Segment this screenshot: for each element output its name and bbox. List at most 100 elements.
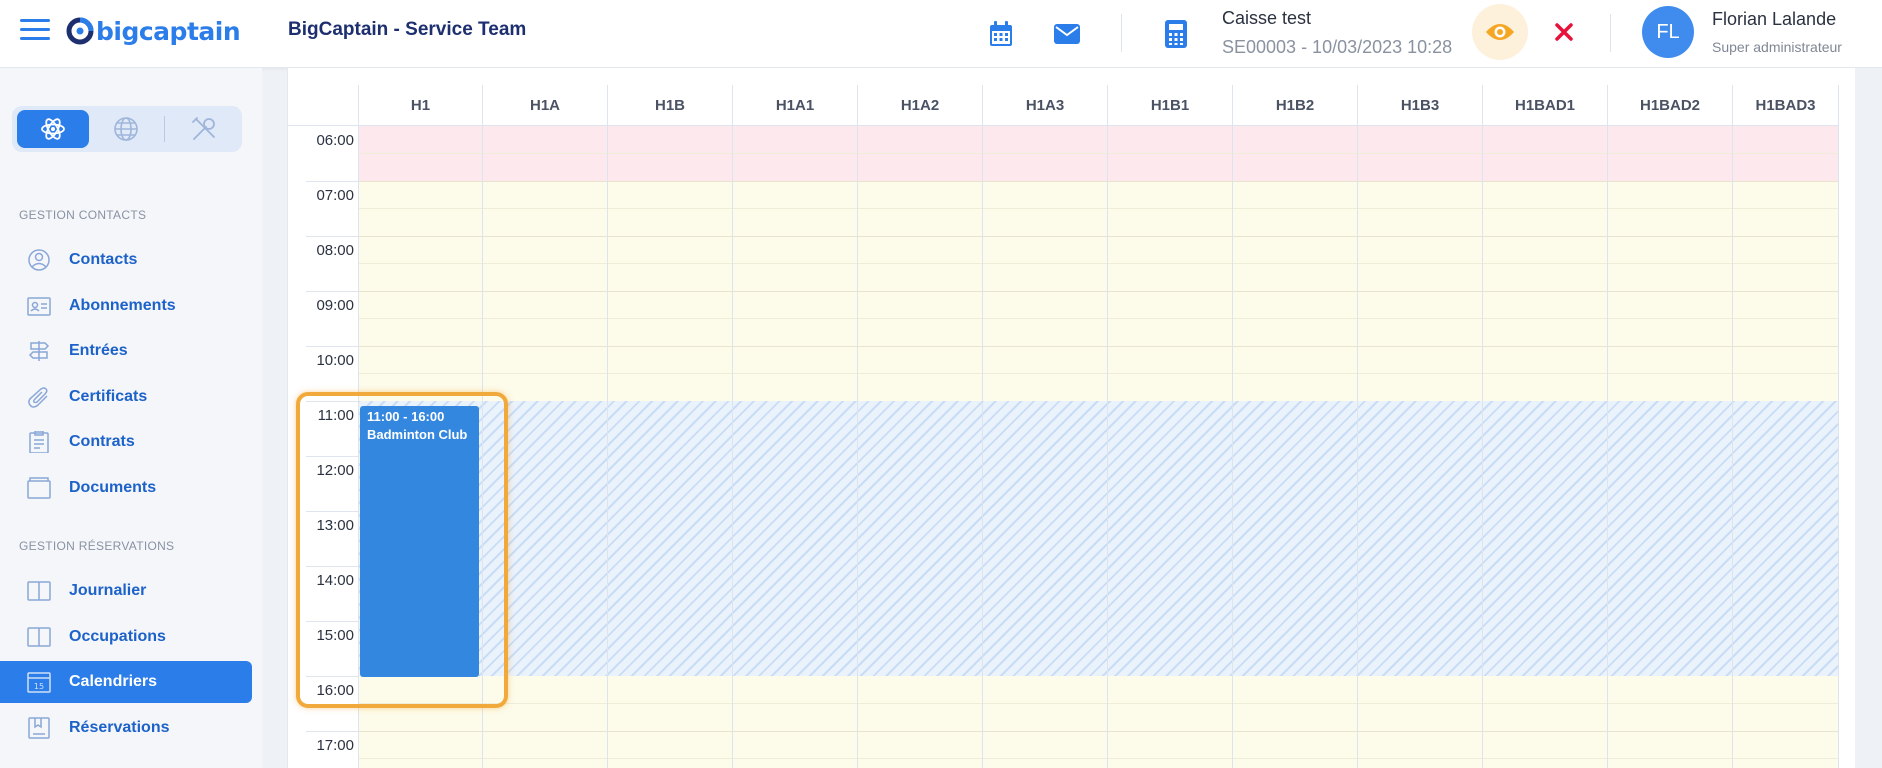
calendar-grid[interactable] (358, 126, 1839, 768)
grid-line (358, 263, 1839, 264)
app-logo[interactable]: bigcaptain (66, 14, 241, 48)
time-label: 06:00 (316, 132, 354, 149)
book-open-icon (27, 581, 51, 601)
grid-line (982, 126, 983, 768)
grid-line (857, 126, 858, 768)
grid-line (358, 236, 1839, 237)
sidebar-item-calendriers[interactable]: 15 Calendriers (0, 661, 252, 703)
atom-icon[interactable] (17, 110, 89, 148)
user-info[interactable]: Florian Lalande Super administrateur (1712, 9, 1842, 55)
clipboard-icon (29, 431, 49, 453)
grid-line (358, 181, 1839, 182)
column-header: H1B1 (1107, 85, 1232, 126)
sidebar-item-contacts[interactable]: Contacts (0, 239, 252, 281)
sidebar-item-label: Journalier (69, 582, 147, 599)
grid-line (482, 126, 483, 768)
time-divider (306, 511, 358, 512)
menu-icon[interactable] (20, 19, 50, 41)
mail-icon[interactable] (1049, 16, 1085, 52)
book-open-icon (27, 627, 51, 647)
calendar-icon[interactable] (983, 16, 1019, 52)
sidebar-item-label: Contrats (69, 433, 135, 450)
sidebar-item-label: Abonnements (69, 297, 176, 314)
time-divider (306, 181, 358, 182)
sidebar-item-reservations[interactable]: Réservations (0, 707, 252, 749)
view-button[interactable] (1472, 4, 1528, 60)
grid-line (1232, 126, 1233, 768)
grid-line (358, 758, 1839, 759)
user-circle-icon (28, 249, 50, 271)
time-axis: 06:00 07:00 08:00 09:00 10:00 11:00 12:0… (306, 126, 358, 768)
grid-line (358, 291, 1839, 292)
sidebar-item-occupations[interactable]: Occupations (0, 616, 252, 658)
column-header: H1BAD3 (1732, 85, 1839, 126)
page-edge (1855, 68, 1882, 768)
user-name: Florian Lalande (1712, 9, 1837, 29)
sidebar-item-entrees[interactable]: Entrées (0, 330, 252, 372)
tools-icon[interactable] (168, 110, 240, 148)
sidebar-item-journalier[interactable]: Journalier (0, 570, 252, 612)
time-divider (306, 236, 358, 237)
time-divider (306, 731, 358, 732)
time-label: 10:00 (316, 352, 354, 369)
avatar[interactable]: FL (1642, 6, 1694, 58)
time-label: 08:00 (316, 242, 354, 259)
column-header: H1A2 (857, 85, 982, 126)
user-role: Super administrateur (1712, 39, 1842, 55)
logo-mark-icon (66, 17, 94, 45)
sidebar-item-contrats[interactable]: Contrats (0, 421, 252, 463)
time-label: 12:00 (316, 462, 354, 479)
time-label: 07:00 (316, 187, 354, 204)
sidebar-item-documents[interactable]: Documents (0, 467, 252, 509)
sidebar-item-label: Réservations (69, 719, 170, 736)
sidebar-item-label: Documents (69, 479, 157, 496)
sidebar-item-abonnements[interactable]: Abonnements (0, 285, 252, 327)
calendar-icon: 15 (27, 672, 51, 693)
column-header: H1BAD2 (1607, 85, 1732, 126)
grid-line (1357, 126, 1358, 768)
grid-line (607, 126, 608, 768)
logo-text: bigcaptain (96, 16, 241, 46)
caisse-session: SE00003 - 10/03/2023 10:28 (1222, 37, 1453, 57)
column-header: H1B2 (1232, 85, 1357, 126)
time-divider (306, 676, 358, 677)
grid-line (1107, 126, 1108, 768)
time-label: 16:00 (316, 682, 354, 699)
svg-text:15: 15 (34, 682, 44, 691)
calendar-header: H1 H1A H1B H1A1 H1A2 H1A3 H1B1 H1B2 H1B3… (288, 85, 1839, 126)
column-header: H1BAD1 (1482, 85, 1607, 126)
grid-line (358, 208, 1839, 209)
cash-register-info: Caisse test SE00003 - 10/03/2023 10:28 (1222, 8, 1452, 58)
booked-range-hatch (358, 401, 1839, 676)
team-title: BigCaptain - Service Team (288, 19, 527, 40)
calculator-icon[interactable] (1158, 16, 1194, 52)
time-divider (306, 621, 358, 622)
globe-icon[interactable] (90, 110, 162, 148)
calendar-event[interactable]: 11:00 - 16:00 Badminton Club (360, 406, 479, 677)
time-divider (306, 346, 358, 347)
time-divider (306, 401, 358, 402)
caisse-name: Caisse test (1222, 8, 1312, 28)
column-header: H1A3 (982, 85, 1107, 126)
grid-line (1482, 126, 1483, 768)
event-title: Badminton Club (367, 427, 468, 442)
time-label: 17:00 (316, 737, 354, 754)
time-label: 14:00 (316, 572, 354, 589)
section-title-contacts: GESTION CONTACTS (19, 208, 147, 222)
grid-line (1607, 126, 1608, 768)
grid-line (358, 318, 1839, 319)
grid-line (358, 153, 1839, 154)
close-session-button[interactable] (1536, 4, 1592, 60)
top-bar: bigcaptain BigCaptain - Service Team Cai… (0, 0, 1882, 68)
grid-line (358, 373, 1839, 374)
grid-line (1732, 126, 1733, 768)
sidebar-item-certificats[interactable]: Certificats (0, 376, 252, 418)
grid-line (358, 731, 1839, 732)
time-label: 13:00 (316, 517, 354, 534)
section-title-reservations: GESTION RÉSERVATIONS (19, 539, 175, 553)
sidebar-item-label: Occupations (69, 628, 166, 645)
signpost-icon (28, 341, 50, 361)
time-label: 15:00 (316, 627, 354, 644)
divider (1121, 14, 1122, 52)
open-slot-band (358, 676, 1839, 768)
